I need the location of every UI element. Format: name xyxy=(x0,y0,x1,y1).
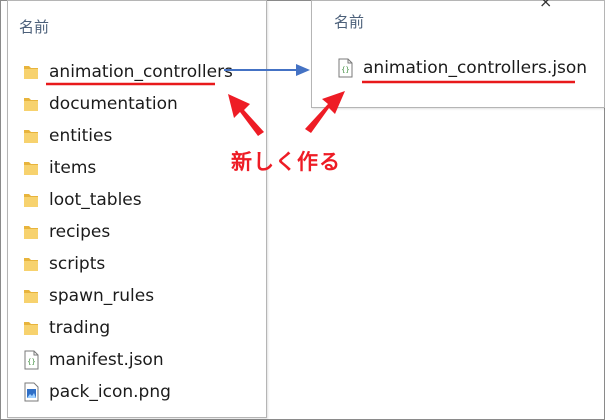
folder-icon xyxy=(22,190,40,210)
folder-icon xyxy=(22,126,40,146)
json-file-icon: {} xyxy=(336,58,354,78)
folder-icon xyxy=(22,286,40,306)
list-item-animation-controllers-json[interactable]: {} animation_controllers.json xyxy=(336,55,596,81)
list-item-loot-tables-folder[interactable]: loot_tables xyxy=(22,187,262,213)
list-item-label: loot_tables xyxy=(49,190,142,210)
list-item-label: pack_icon.png xyxy=(49,382,171,402)
list-item-items-folder[interactable]: items xyxy=(22,155,262,181)
svg-text:{}: {} xyxy=(27,358,35,366)
list-item-label: manifest.json xyxy=(49,350,164,370)
left-file-list-panel: 名前 animation_controllers documentation e… xyxy=(7,0,267,418)
folder-icon xyxy=(22,62,40,82)
list-item-label: spawn_rules xyxy=(49,286,155,306)
list-item-label: animation_controllers xyxy=(49,62,233,82)
name-column-header[interactable]: 名前 xyxy=(19,16,49,37)
list-item-entities-folder[interactable]: entities xyxy=(22,123,262,149)
json-file-icon: {} xyxy=(22,350,40,370)
folder-icon xyxy=(22,94,40,114)
list-item-label: documentation xyxy=(49,94,178,114)
list-item-scripts-folder[interactable]: scripts xyxy=(22,251,262,277)
list-item-label: trading xyxy=(49,318,111,338)
list-item-documentation-folder[interactable]: documentation xyxy=(22,91,262,117)
folder-icon xyxy=(22,318,40,338)
list-item-label: recipes xyxy=(49,222,111,242)
folder-icon xyxy=(22,222,40,242)
annotation-label: 新しく作る xyxy=(231,150,341,174)
list-item-label: scripts xyxy=(49,254,106,274)
list-item-manifest-json[interactable]: {} manifest.json xyxy=(22,347,262,373)
list-item-pack-icon-png[interactable]: pack_icon.png xyxy=(22,379,262,405)
right-file-list-panel: 名前 × {} animation_controllers.json xyxy=(311,0,605,108)
list-item-animation-controllers-folder[interactable]: animation_controllers xyxy=(22,59,262,85)
list-item-label: items xyxy=(49,158,97,178)
folder-icon xyxy=(22,158,40,178)
list-item-label: animation_controllers.json xyxy=(363,58,588,78)
svg-text:{}: {} xyxy=(341,66,349,74)
list-item-trading-folder[interactable]: trading xyxy=(22,315,262,341)
close-icon[interactable]: × xyxy=(539,0,552,11)
list-item-label: entities xyxy=(49,126,113,146)
image-file-icon xyxy=(22,382,40,402)
list-item-recipes-folder[interactable]: recipes xyxy=(22,219,262,245)
name-column-header[interactable]: 名前 xyxy=(334,11,364,32)
folder-icon xyxy=(22,254,40,274)
list-item-spawn-rules-folder[interactable]: spawn_rules xyxy=(22,283,262,309)
